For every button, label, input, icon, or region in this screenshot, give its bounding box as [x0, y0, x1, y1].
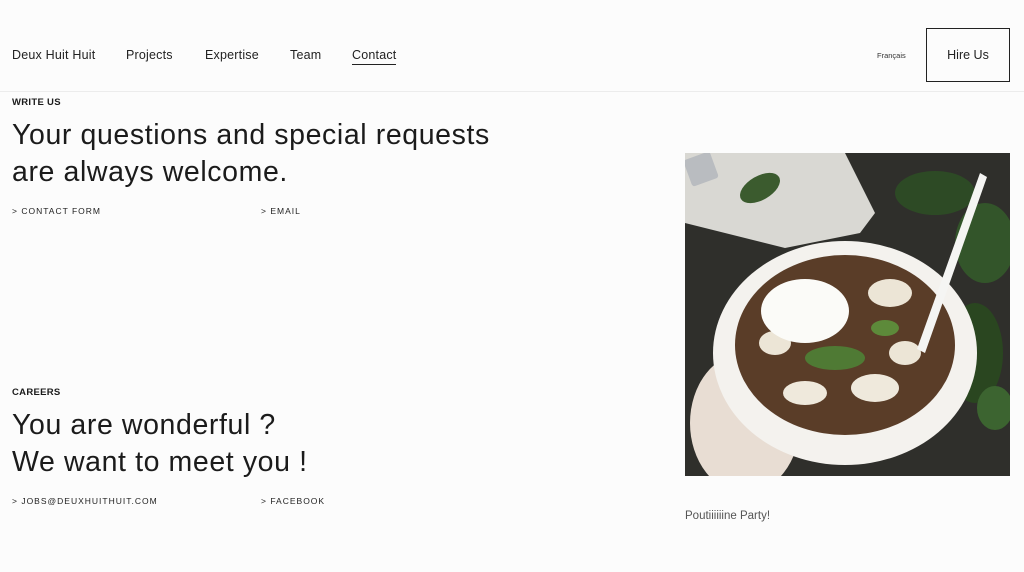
nav-projects[interactable]: Projects	[126, 48, 173, 62]
write-us-headline-line2: are always welcome.	[12, 156, 288, 188]
write-us-headline-line1: Your questions and special requests	[12, 119, 490, 151]
nav-expertise[interactable]: Expertise	[205, 48, 259, 62]
poutine-photo	[685, 153, 1010, 476]
write-us-eyebrow: WRITE US	[12, 97, 61, 108]
poutine-illustration	[685, 153, 1010, 476]
contact-form-link[interactable]: > CONTACT FORM	[12, 206, 101, 216]
nav-contact[interactable]: Contact	[352, 48, 397, 65]
brand-logo-link[interactable]: Deux Huit Huit	[12, 48, 95, 62]
careers-headline-line2: We want to meet you !	[12, 446, 308, 478]
careers-headline-line1: You are wonderful ?	[12, 409, 276, 441]
language-switch[interactable]: Français	[877, 51, 906, 60]
facebook-link[interactable]: > FACEBOOK	[261, 496, 325, 506]
site-header: Deux Huit Huit Projects Expertise Team C…	[0, 0, 1024, 92]
hire-us-button[interactable]: Hire Us	[926, 28, 1010, 82]
jobs-email-link[interactable]: > JOBS@DEUXHUITHUIT.COM	[12, 496, 158, 506]
nav-team[interactable]: Team	[290, 48, 321, 62]
careers-eyebrow: CAREERS	[12, 387, 61, 398]
photo-caption: Poutiiiiiine Party!	[685, 510, 771, 522]
email-link[interactable]: > EMAIL	[261, 206, 301, 216]
